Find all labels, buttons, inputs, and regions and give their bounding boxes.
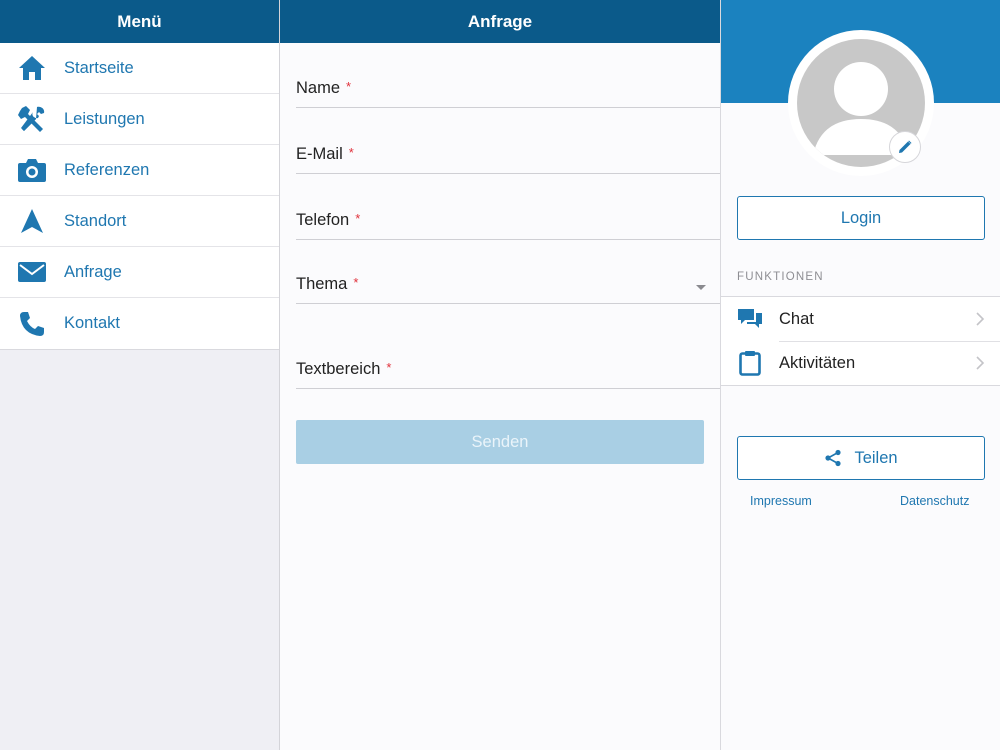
- textarea-field-label: Textbereich: [296, 360, 381, 378]
- function-item-label: Chat: [779, 309, 814, 328]
- impressum-link[interactable]: Impressum: [750, 494, 812, 508]
- share-icon: [825, 449, 842, 467]
- phone-field-label: Telefon: [296, 211, 350, 229]
- app-window: Menü Startseite Leistungen Referenzen St…: [0, 0, 1000, 750]
- chevron-right-icon: [975, 355, 1000, 371]
- clipboard-icon: [721, 350, 779, 376]
- menu-item-kontakt[interactable]: Kontakt: [0, 298, 279, 349]
- pencil-icon: [899, 140, 912, 153]
- camera-icon: [0, 157, 64, 183]
- menu-item-label: Startseite: [64, 58, 134, 77]
- request-form-pane: Anfrage Name * E-Mail * Telefon * Thema …: [280, 0, 720, 750]
- send-button[interactable]: Senden: [296, 420, 704, 464]
- required-marker: *: [353, 275, 359, 290]
- menu-item-standort[interactable]: Standort: [0, 196, 279, 247]
- required-marker: *: [355, 211, 361, 226]
- chat-bubbles-icon: [721, 307, 779, 331]
- profile-panel: Login FUNKTIONEN Chat Aktivitäten Teilen…: [720, 0, 1000, 750]
- dropdown-caret-icon: [696, 285, 706, 290]
- functions-section-title: FUNKTIONEN: [737, 271, 824, 283]
- function-item-aktivitaeten[interactable]: Aktivitäten: [721, 341, 1000, 385]
- menu-item-label: Referenzen: [64, 160, 150, 179]
- function-item-chat[interactable]: Chat: [721, 297, 1000, 341]
- name-field[interactable]: Name *: [296, 66, 720, 108]
- chevron-right-icon: [975, 311, 1000, 327]
- menu-item-referenzen[interactable]: Referenzen: [0, 145, 279, 196]
- required-marker: *: [346, 79, 352, 94]
- datenschutz-link[interactable]: Datenschutz: [900, 494, 969, 508]
- edit-avatar-button[interactable]: [889, 131, 921, 163]
- menu-item-label: Standort: [64, 211, 127, 230]
- menu-list: Startseite Leistungen Referenzen Standor…: [0, 43, 279, 350]
- share-button-label: Teilen: [854, 448, 898, 467]
- share-button[interactable]: Teilen: [737, 436, 985, 480]
- phone-icon: [0, 310, 64, 338]
- function-item-label: Aktivitäten: [779, 353, 856, 372]
- required-marker: *: [386, 360, 392, 375]
- email-field[interactable]: E-Mail *: [296, 132, 720, 174]
- menu-title: Menü: [0, 0, 279, 43]
- menu-item-label: Kontakt: [64, 314, 120, 332]
- tools-icon: [0, 105, 64, 133]
- navigation-arrow-icon: [0, 208, 64, 234]
- topic-select[interactable]: Thema *: [296, 264, 720, 304]
- menu-item-leistungen[interactable]: Leistungen: [0, 94, 279, 145]
- functions-list: Chat Aktivitäten: [721, 296, 1000, 386]
- menu-item-startseite[interactable]: Startseite: [0, 43, 279, 94]
- menu-item-label: Leistungen: [64, 109, 145, 128]
- phone-field[interactable]: Telefon *: [296, 198, 720, 240]
- email-field-label: E-Mail: [296, 145, 343, 163]
- menu-item-label: Anfrage: [64, 262, 122, 281]
- login-button[interactable]: Login: [737, 196, 985, 240]
- home-icon: [0, 55, 64, 81]
- side-menu: Menü Startseite Leistungen Referenzen St…: [0, 0, 280, 750]
- menu-item-anfrage[interactable]: Anfrage: [0, 247, 279, 298]
- form-title: Anfrage: [280, 0, 720, 43]
- mail-icon: [0, 261, 64, 283]
- required-marker: *: [348, 145, 354, 160]
- name-field-label: Name: [296, 79, 341, 97]
- topic-select-label: Thema: [296, 275, 348, 293]
- textarea-field[interactable]: Textbereich *: [296, 340, 720, 389]
